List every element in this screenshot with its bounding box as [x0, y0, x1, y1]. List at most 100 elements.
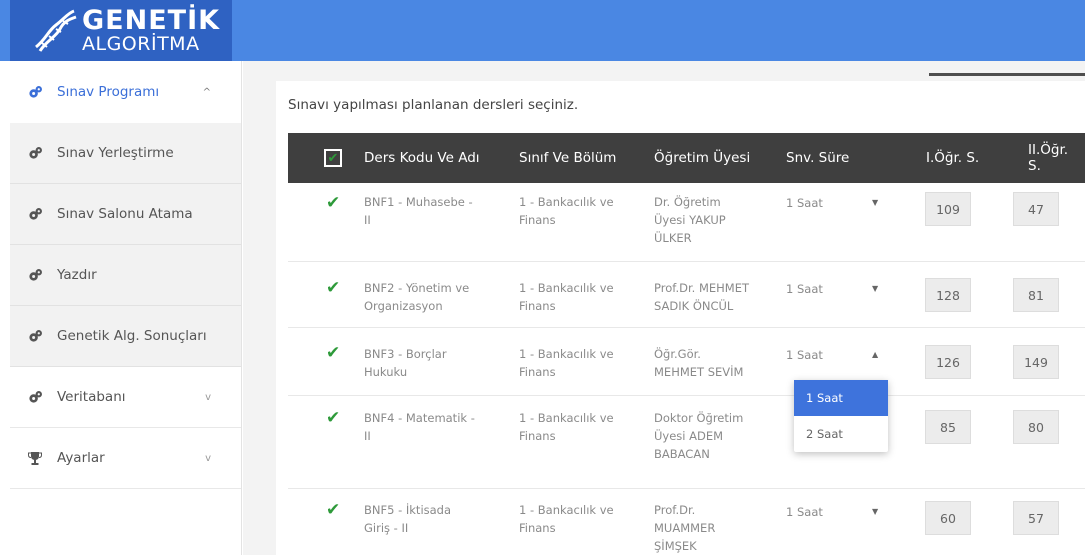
gears-icon [26, 146, 44, 161]
dropdown-option-2-saat[interactable]: 2 Saat [794, 416, 888, 452]
row-checkbox[interactable]: ✔ [326, 500, 340, 520]
instruction-text: Sınavı yapılması planlanan dersleri seçi… [288, 97, 579, 113]
teacher-line: Öğr.Gör. [654, 347, 701, 361]
teacher-line: Üyesi YAKUP [654, 213, 726, 227]
duration-select[interactable]: 1 Saat [786, 196, 823, 210]
gears-icon [26, 329, 44, 344]
main-content: Sınavı yapılması planlanan dersleri seçi… [243, 61, 1085, 555]
teacher-line: ÜLKER [654, 231, 692, 245]
class-line: Finans [519, 429, 556, 443]
column-header-group2[interactable]: II.Öğr. S. [1028, 133, 1085, 183]
teacher-cell: Doktor Öğretim Üyesi ADEM BABACAN [654, 409, 743, 463]
column-header-group1[interactable]: I.Öğr. S. [926, 133, 979, 183]
course-code-cell: BNF2 - Yönetim ve Organizasyon [364, 279, 469, 315]
gears-icon [26, 85, 44, 100]
chevron-up-icon: ^ [202, 86, 211, 98]
teacher-line: Üyesi ADEM [654, 429, 724, 443]
chevron-down-icon: v [205, 452, 211, 464]
class-line: 1 - Bankacılık ve [519, 281, 614, 295]
sidebar-item-label: Yazdır [57, 267, 97, 283]
course-code-line: II [364, 213, 371, 227]
sidebar-submenu: Sınav Yerleştirme Sınav Salonu Atama Yaz… [10, 123, 241, 367]
class-cell: 1 - Bankacılık ve Finans [519, 501, 614, 537]
column-header-code[interactable]: Ders Kodu Ve Adı [364, 133, 480, 183]
gears-icon [26, 207, 44, 222]
column-header-class[interactable]: Sınıf Ve Bölüm [519, 133, 616, 183]
brand-text: GENETİK ALGORİTMA [82, 7, 220, 54]
brand-title: GENETİK [82, 5, 221, 36]
chevron-down-icon: v [205, 391, 211, 403]
class-line: Finans [519, 299, 556, 313]
group2-count-input[interactable]: 80 [1013, 410, 1059, 444]
top-bar: GENETİK ALGORİTMA [0, 0, 1085, 61]
course-code-line: BNF4 - Matematik - [364, 411, 475, 425]
course-code-cell: BNF4 - Matematik - II [364, 409, 475, 445]
teacher-line: MEHMET SEVİM [654, 365, 744, 379]
teacher-cell: Prof.Dr. MUAMMER ŞİMŞEK [654, 501, 715, 555]
course-code-line: Organizasyon [364, 299, 443, 313]
sidebar: Sınav Programı ^ Sınav Yerleştirme Sınav… [10, 61, 242, 555]
sidebar-item-ayarlar[interactable]: Ayarlar v [10, 428, 241, 489]
table-row: ✔ BNF3 - Borçlar Hukuku 1 - Bankacılık v… [288, 328, 1085, 396]
teacher-cell: Dr. Öğretim Üyesi YAKUP ÜLKER [654, 193, 726, 247]
group2-count-input[interactable]: 47 [1013, 192, 1059, 226]
brand-subtitle: ALGORİTMA [82, 33, 200, 55]
sidebar-item-genetik-alg-sonuclari[interactable]: Genetik Alg. Sonuçları [10, 306, 241, 367]
group2-count-input[interactable]: 57 [1013, 501, 1059, 535]
row-checkbox[interactable]: ✔ [326, 343, 340, 363]
group1-count-input[interactable]: 85 [925, 410, 971, 444]
dropdown-option-1-saat[interactable]: 1 Saat [794, 380, 888, 416]
teacher-line: Dr. Öğretim [654, 195, 721, 209]
row-checkbox[interactable]: ✔ [326, 408, 340, 428]
group1-count-input[interactable]: 126 [925, 345, 971, 379]
sidebar-item-veritabani[interactable]: Veritabanı v [10, 367, 241, 428]
duration-select[interactable]: 1 Saat [786, 505, 823, 519]
class-cell: 1 - Bankacılık ve Finans [519, 409, 614, 445]
column-header-teacher[interactable]: Öğretim Üyesi [654, 133, 750, 183]
table-row: ✔ BNF1 - Muhasebe - II 1 - Bankacılık ve… [288, 183, 1085, 262]
group1-count-input[interactable]: 109 [925, 192, 971, 226]
course-code-cell: BNF5 - İktisada Giriş - II [364, 501, 451, 537]
group2-count-input[interactable]: 81 [1013, 278, 1059, 312]
dna-icon [35, 9, 77, 52]
class-line: 1 - Bankacılık ve [519, 503, 614, 517]
duration-dropdown-menu: 1 Saat 2 Saat [794, 380, 888, 452]
app-window: GENETİK ALGORİTMA Sınav Programı ^ Sınav… [0, 0, 1085, 555]
table-row: ✔ BNF4 - Matematik - II 1 - Bankacılık v… [288, 396, 1085, 489]
group1-count-input[interactable]: 128 [925, 278, 971, 312]
sidebar-item-sinav-salonu-atama[interactable]: Sınav Salonu Atama [10, 184, 241, 245]
caret-down-icon[interactable]: ▼ [872, 284, 878, 293]
gears-icon [26, 268, 44, 283]
sidebar-item-sinav-yerlestirme[interactable]: Sınav Yerleştirme [10, 123, 241, 184]
teacher-line: SADIK ÖNCÜL [654, 299, 734, 313]
caret-up-icon[interactable]: ▲ [872, 350, 878, 359]
sidebar-item-sinav-programi[interactable]: Sınav Programı ^ [10, 61, 241, 123]
teacher-line: ŞİMŞEK [654, 539, 697, 553]
table-row: ✔ BNF2 - Yönetim ve Organizasyon 1 - Ban… [288, 262, 1085, 328]
teacher-cell: Öğr.Gör. MEHMET SEVİM [654, 345, 743, 381]
group2-count-input[interactable]: 149 [1013, 345, 1059, 379]
teacher-line: Doktor Öğretim [654, 411, 744, 425]
course-code-line: BNF2 - Yönetim ve [364, 281, 470, 295]
row-checkbox[interactable]: ✔ [326, 193, 340, 213]
group1-count-input[interactable]: 60 [925, 501, 971, 535]
sidebar-item-yazdir[interactable]: Yazdır [10, 245, 241, 306]
teacher-line: BABACAN [654, 447, 710, 461]
row-checkbox[interactable]: ✔ [326, 278, 340, 298]
column-header-duration[interactable]: Snv. Süre [786, 133, 849, 183]
duration-select[interactable]: 1 Saat [786, 282, 823, 296]
teacher-line: MUAMMER [654, 521, 716, 535]
sidebar-item-label: Sınav Programı [57, 84, 160, 100]
class-line: Finans [519, 521, 556, 535]
select-all-checkbox[interactable]: ✔ [324, 133, 342, 183]
course-code-cell: BNF3 - Borçlar Hukuku [364, 345, 447, 381]
brand-logo[interactable]: GENETİK ALGORİTMA [10, 0, 232, 61]
sidebar-item-label: Ayarlar [57, 450, 105, 466]
course-code-line: BNF3 - Borçlar [364, 347, 447, 361]
caret-down-icon[interactable]: ▼ [872, 507, 878, 516]
duration-select[interactable]: 1 Saat [786, 348, 823, 362]
table-header: ✔ Ders Kodu Ve Adı Sınıf Ve Bölüm Öğreti… [288, 133, 1085, 183]
caret-down-icon[interactable]: ▼ [872, 198, 878, 207]
class-cell: 1 - Bankacılık ve Finans [519, 345, 614, 381]
table-row: ✔ BNF5 - İktisada Giriş - II 1 - Bankacı… [288, 489, 1085, 555]
